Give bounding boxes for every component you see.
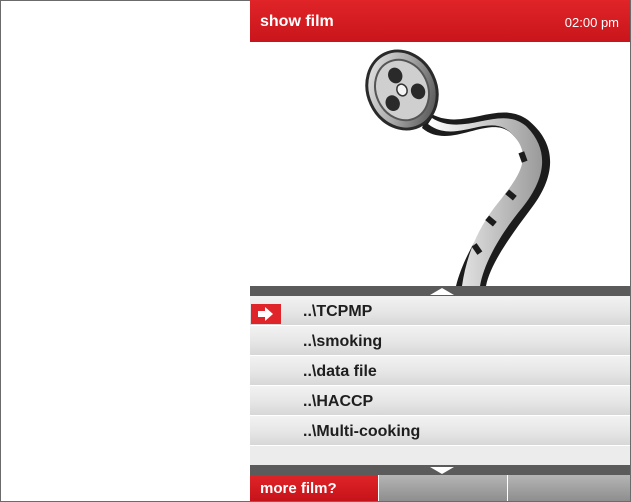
list-item[interactable]: ..\Multi-cooking bbox=[250, 416, 630, 446]
title-bar: show film 02:00 pm bbox=[250, 0, 630, 42]
list-item-label: ..\TCPMP bbox=[303, 303, 373, 320]
footer-bar: more film? bbox=[250, 475, 630, 501]
scroll-up-arrow-icon bbox=[430, 288, 454, 295]
film-screen: show film 02:00 pm ..\TCPMP ..\smoking .… bbox=[250, 0, 630, 501]
list-item[interactable]: ..\smoking bbox=[250, 326, 630, 356]
footer-button-3[interactable] bbox=[508, 475, 630, 501]
list-item-label: ..\data file bbox=[303, 363, 377, 380]
clock-time: 02:00 pm bbox=[564, 15, 619, 30]
list-item[interactable]: ..\data file bbox=[250, 356, 630, 386]
arrow-right-icon bbox=[251, 304, 281, 324]
list-item[interactable]: ..\HACCP bbox=[250, 386, 630, 416]
list-item-label: ..\HACCP bbox=[303, 393, 374, 410]
footer-button-2[interactable] bbox=[379, 475, 507, 501]
scroll-down-arrow-icon bbox=[430, 467, 454, 474]
more-film-button[interactable]: more film? bbox=[250, 475, 378, 501]
list-item-label: ..\smoking bbox=[303, 333, 383, 350]
file-list: ..\TCPMP ..\smoking ..\data file ..\HACC… bbox=[250, 296, 630, 465]
list-item-label: ..\Multi-cooking bbox=[303, 423, 421, 440]
scroll-up-bar[interactable] bbox=[250, 286, 630, 296]
list-item[interactable]: ..\TCPMP bbox=[250, 296, 630, 326]
more-film-label: more film? bbox=[260, 480, 337, 497]
scroll-down-bar[interactable] bbox=[250, 465, 630, 475]
film-reel-icon bbox=[250, 42, 630, 286]
page-title: show film bbox=[260, 13, 334, 30]
